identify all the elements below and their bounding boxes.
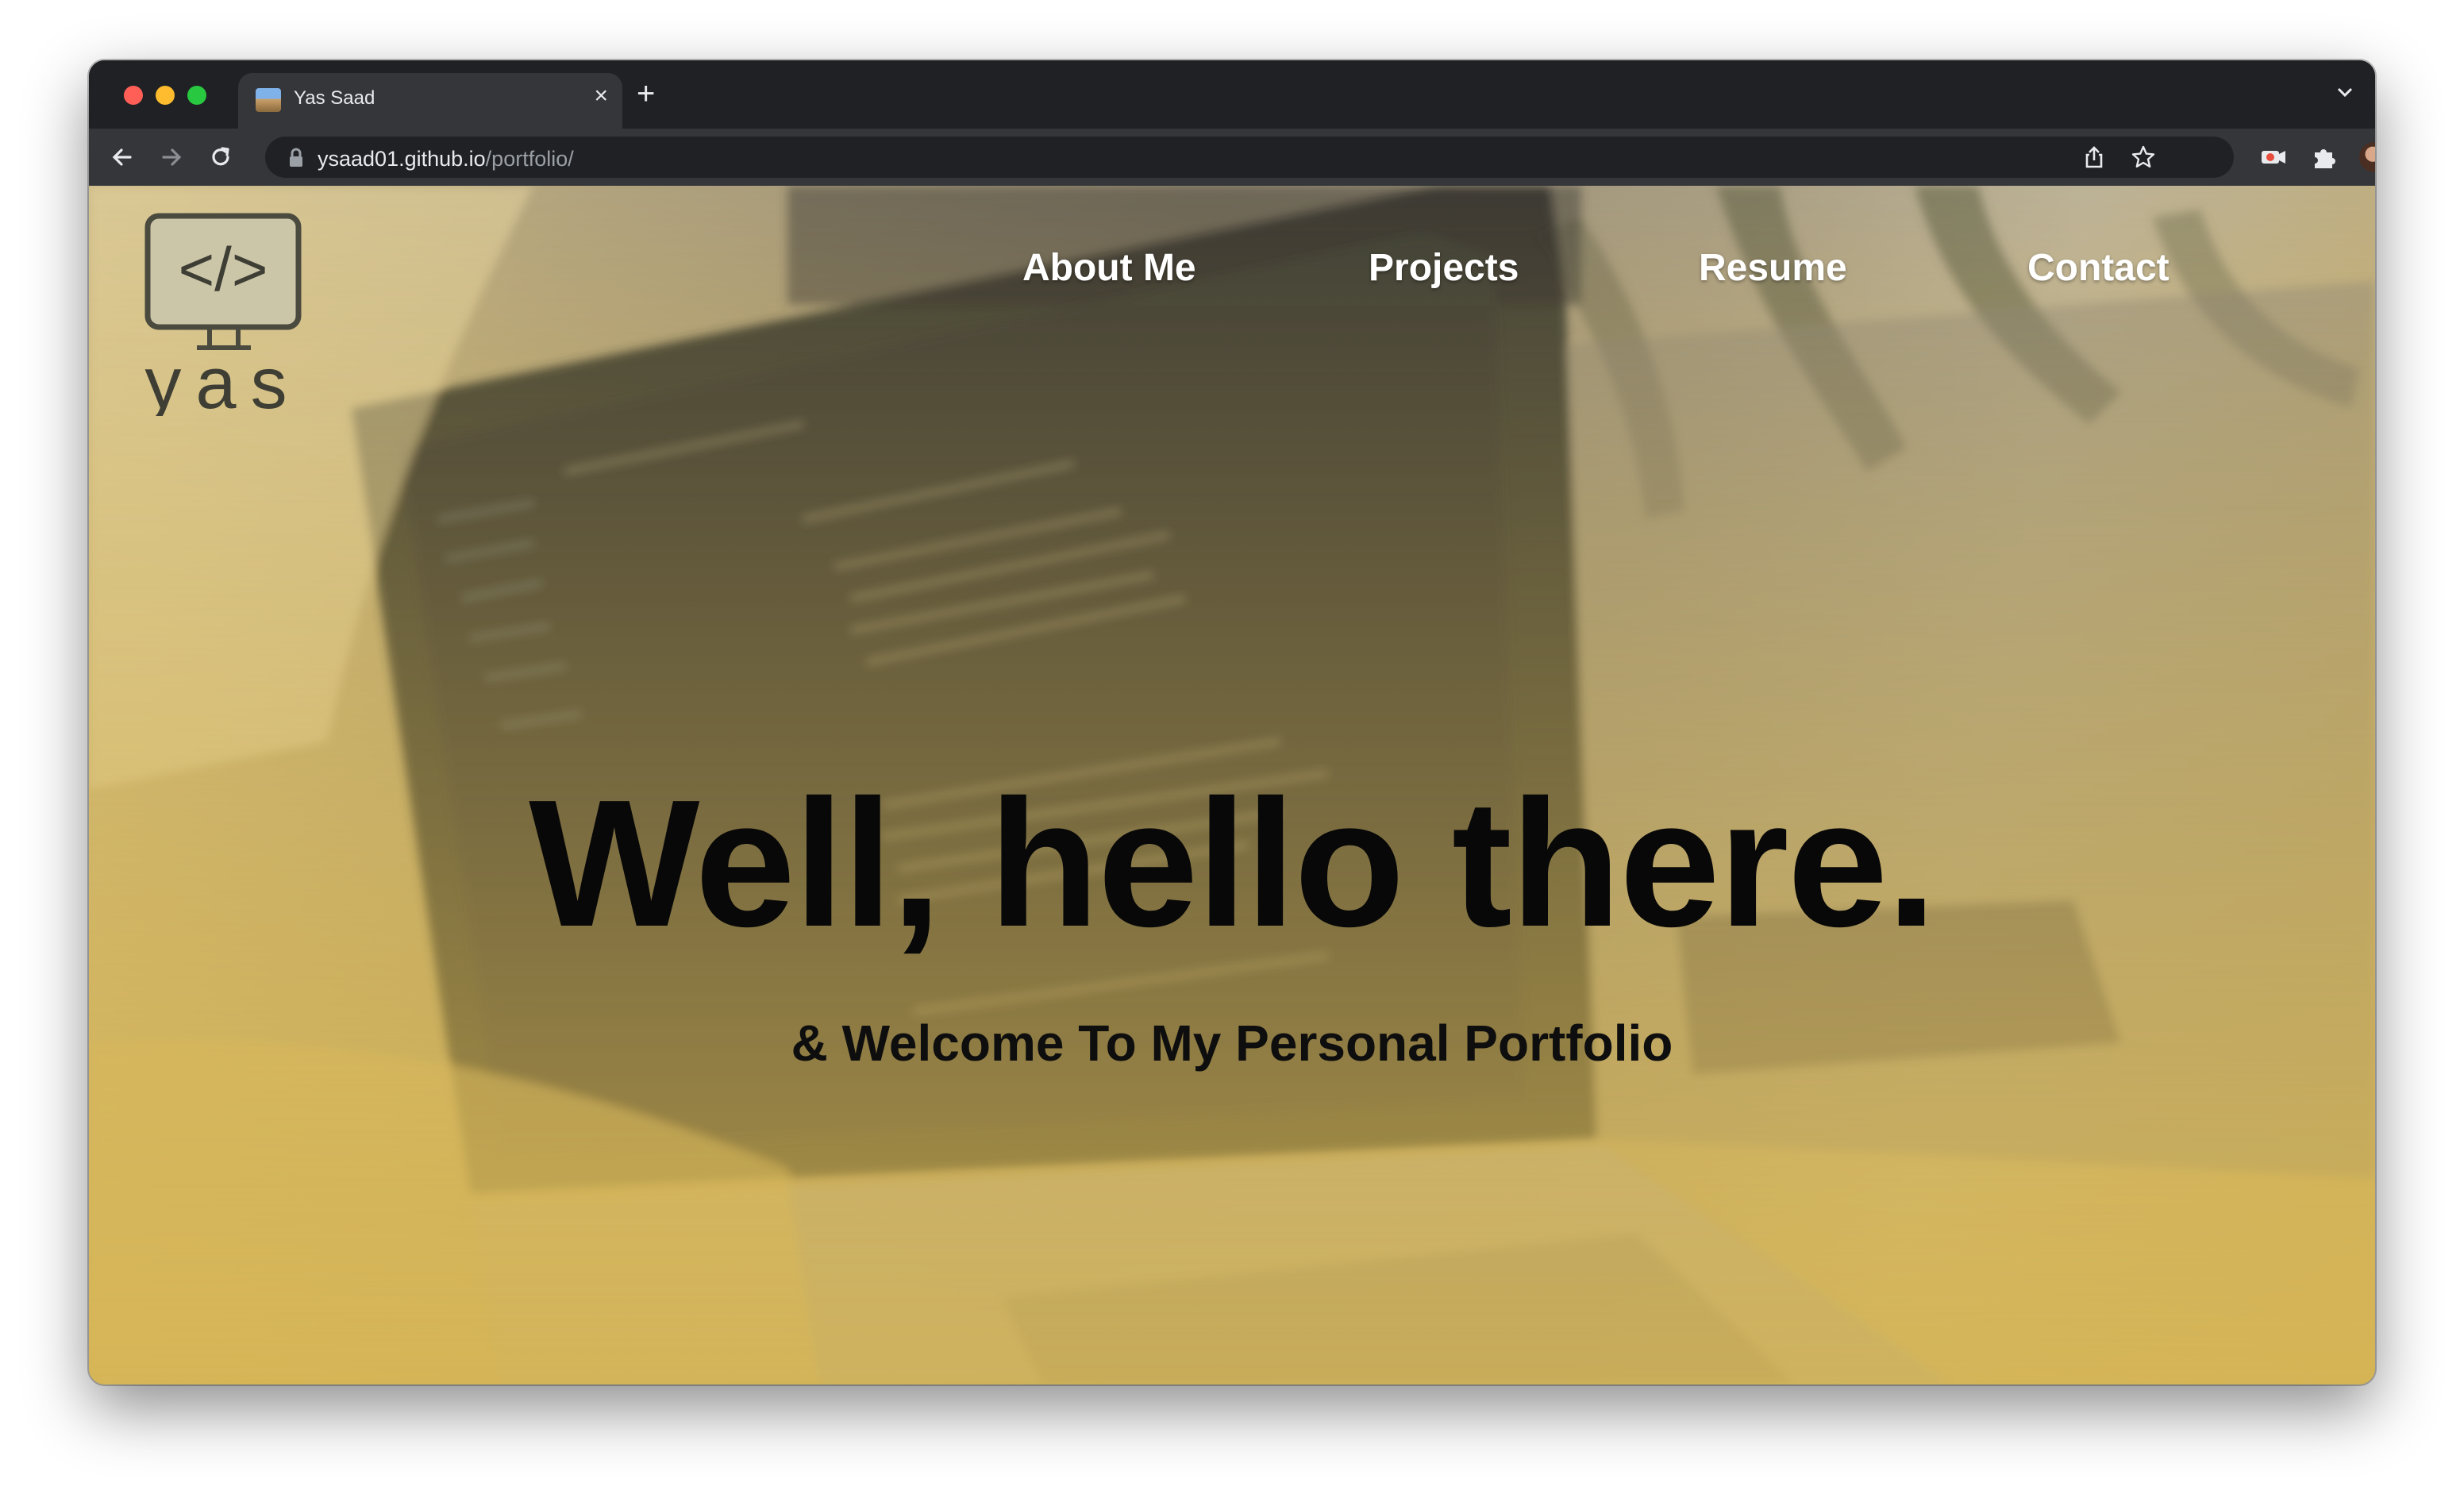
site-logo[interactable]: </> yas: [141, 210, 308, 424]
nav-resume[interactable]: Resume: [1699, 246, 1847, 290]
browser-tab[interactable]: Yas Saad ×: [238, 73, 622, 129]
new-tab-button[interactable]: +: [637, 78, 655, 110]
forward-arrow-icon[interactable]: [157, 143, 186, 171]
extension-record-icon[interactable]: [2259, 143, 2288, 171]
tab-title: Yas Saad: [294, 87, 375, 109]
bookmark-star-icon[interactable]: [2131, 144, 2156, 170]
maximize-window-button[interactable]: [187, 86, 206, 105]
webpage-hero: </> yas About Me Projects Resume Contact…: [89, 186, 2375, 1385]
browser-window: Yas Saad × + ysaad01.github.io/portfolio…: [89, 60, 2375, 1385]
reload-icon[interactable]: [206, 143, 235, 171]
extensions-puzzle-icon[interactable]: [2310, 143, 2339, 171]
logo-glyph: </>: [179, 234, 268, 304]
logo-text: yas: [144, 343, 301, 416]
url-host: ysaad01.github.io: [318, 147, 486, 171]
profile-avatar[interactable]: [2359, 142, 2375, 172]
close-window-button[interactable]: [124, 86, 143, 105]
nav-projects[interactable]: Projects: [1369, 246, 1519, 290]
nav-contact[interactable]: Contact: [2027, 246, 2169, 290]
title-bar: Yas Saad × +: [89, 60, 2375, 129]
address-bar[interactable]: ysaad01.github.io/portfolio/: [265, 137, 2234, 178]
url-text: ysaad01.github.io/portfolio/: [318, 147, 574, 171]
hero-subtitle: & Welcome To My Personal Portfolio: [791, 1015, 1673, 1072]
back-arrow-icon[interactable]: [108, 143, 137, 171]
favicon-icon: [256, 88, 281, 112]
close-tab-icon[interactable]: ×: [594, 84, 608, 108]
minimize-window-button[interactable]: [156, 86, 175, 105]
lock-icon: [287, 148, 305, 172]
url-path: /portfolio/: [485, 147, 574, 171]
hero-title: Well, hello there.: [529, 763, 1937, 965]
browser-toolbar: ysaad01.github.io/portfolio/: [89, 129, 2375, 186]
share-icon[interactable]: [2081, 144, 2107, 170]
nav-about-me[interactable]: About Me: [1022, 246, 1196, 290]
tab-search-icon[interactable]: [2334, 81, 2356, 107]
